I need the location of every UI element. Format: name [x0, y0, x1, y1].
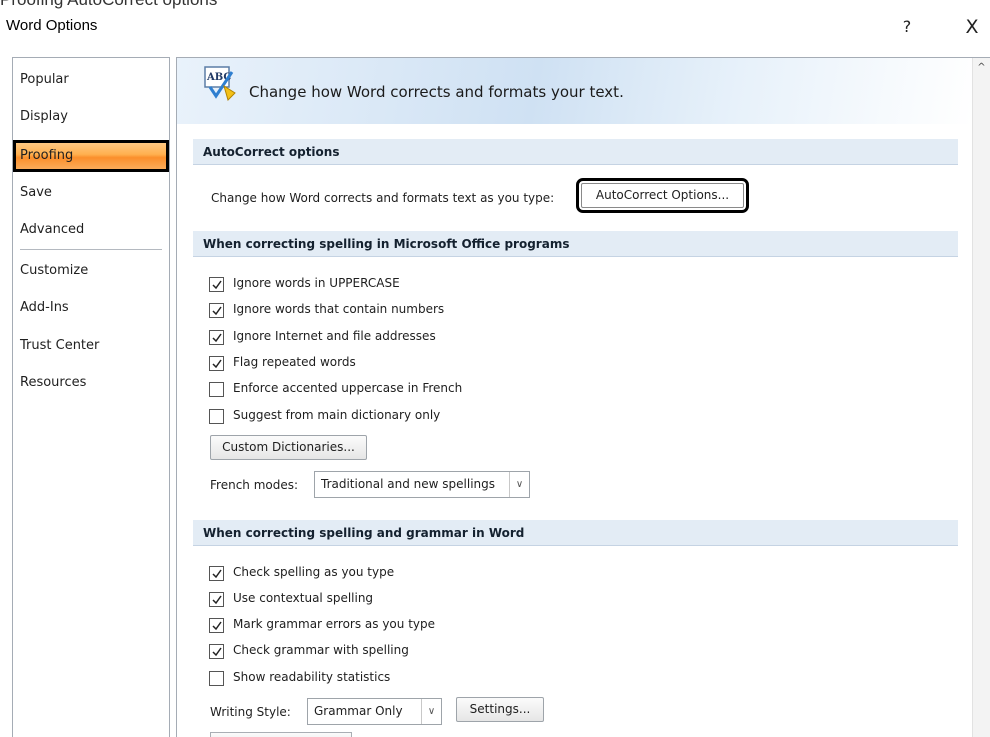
check-icon — [212, 333, 222, 343]
option-contextual-spelling[interactable]: Use contextual spelling — [209, 590, 809, 610]
checkbox-checked[interactable] — [209, 330, 224, 345]
sidebar-divider — [20, 249, 162, 250]
checkbox-checked[interactable] — [209, 277, 224, 292]
settings-button[interactable]: Settings... — [456, 697, 544, 722]
partially-visible-button[interactable] — [210, 732, 352, 737]
sidebar-item-advanced[interactable]: Advanced — [13, 215, 169, 245]
sidebar-item-label: Trust Center — [20, 338, 100, 353]
scroll-up-arrow-icon[interactable]: ^ — [973, 58, 990, 75]
option-label: Ignore words in UPPERCASE — [233, 276, 400, 290]
sidebar-item-popular[interactable]: Popular — [13, 65, 169, 95]
checkbox-checked[interactable] — [209, 644, 224, 659]
check-icon — [212, 359, 222, 369]
option-label: Enforce accented uppercase in French — [233, 381, 463, 395]
check-icon — [212, 621, 222, 631]
sidebar-item-proofing[interactable]: Proofing — [13, 140, 169, 172]
options-sidebar: Popular Display Proofing Save Advanced C… — [12, 57, 170, 737]
option-label: Check spelling as you type — [233, 565, 395, 579]
option-ignore-internet-addresses[interactable]: Ignore Internet and file addresses — [209, 328, 809, 348]
sidebar-item-save[interactable]: Save — [13, 178, 169, 208]
option-label: Ignore Internet and file addresses — [233, 329, 436, 343]
close-button[interactable]: X — [961, 16, 983, 38]
banner-heading: Change how Word corrects and formats you… — [249, 83, 624, 101]
option-mark-grammar-errors[interactable]: Mark grammar errors as you type — [209, 616, 809, 636]
autocorrect-description: Change how Word corrects and formats tex… — [211, 191, 555, 205]
checkbox-checked[interactable] — [209, 356, 224, 371]
sidebar-item-label: Display — [20, 109, 68, 124]
sidebar-item-add-ins[interactable]: Add-Ins — [13, 293, 169, 323]
check-icon — [212, 280, 222, 290]
proofing-panel: ABC Change how Word corrects and formats… — [176, 57, 990, 737]
caption-fragment: Proofing AutoCorrect options — [0, 0, 990, 10]
option-show-readability-statistics[interactable]: Show readability statistics — [209, 669, 809, 689]
option-label: Use contextual spelling — [233, 591, 374, 605]
chevron-down-icon: ∨ — [509, 472, 529, 497]
checkbox-unchecked[interactable] — [209, 671, 224, 686]
sidebar-item-label: Save — [20, 185, 52, 200]
section-header-word-spelling: When correcting spelling and grammar in … — [193, 520, 958, 546]
option-flag-repeated-words[interactable]: Flag repeated words — [209, 354, 809, 374]
writing-style-dropdown[interactable]: Grammar Only ∨ — [307, 698, 442, 725]
title-bar: Word Options ? X — [0, 10, 990, 46]
custom-dictionaries-button[interactable]: Custom Dictionaries... — [210, 435, 367, 460]
autocorrect-options-button[interactable]: AutoCorrect Options... — [576, 178, 749, 213]
french-modes-label: French modes: — [210, 478, 299, 492]
sidebar-item-customize[interactable]: Customize — [13, 256, 169, 286]
option-label: Show readability statistics — [233, 670, 391, 684]
help-button[interactable]: ? — [896, 16, 918, 38]
writing-style-value: Grammar Only — [314, 704, 403, 718]
sidebar-item-resources[interactable]: Resources — [13, 368, 169, 398]
caption-fragment-text: Proofing AutoCorrect options — [0, 0, 217, 10]
french-modes-dropdown[interactable]: Traditional and new spellings ∨ — [314, 471, 530, 498]
french-modes-value: Traditional and new spellings — [321, 477, 496, 491]
checkbox-checked[interactable] — [209, 618, 224, 633]
sidebar-item-trust-center[interactable]: Trust Center — [13, 331, 169, 361]
option-label: Ignore words that contain numbers — [233, 302, 445, 316]
check-icon — [212, 647, 222, 657]
check-icon — [212, 595, 222, 605]
sidebar-item-display[interactable]: Display — [13, 102, 169, 132]
option-label: Check grammar with spelling — [233, 643, 409, 657]
section-header-office-spelling: When correcting spelling in Microsoft Of… — [193, 231, 958, 257]
check-icon — [212, 306, 222, 316]
option-label: Mark grammar errors as you type — [233, 617, 435, 631]
vertical-scrollbar[interactable]: ^ — [972, 58, 990, 737]
checkbox-checked[interactable] — [209, 566, 224, 581]
sidebar-item-label: Popular — [20, 72, 69, 87]
option-enforce-accented-uppercase[interactable]: Enforce accented uppercase in French — [209, 380, 809, 400]
chevron-down-icon: ∨ — [421, 699, 441, 724]
option-label: Flag repeated words — [233, 355, 356, 369]
checkbox-checked[interactable] — [209, 303, 224, 318]
abc-spellcheck-icon: ABC — [204, 66, 236, 101]
option-check-spelling-as-you-type[interactable]: Check spelling as you type — [209, 564, 809, 584]
sidebar-item-label: Customize — [20, 263, 89, 278]
checkbox-checked[interactable] — [209, 592, 224, 607]
option-check-grammar-with-spelling[interactable]: Check grammar with spelling — [209, 642, 809, 662]
writing-style-label: Writing Style: — [210, 705, 291, 719]
option-suggest-main-dictionary[interactable]: Suggest from main dictionary only — [209, 407, 809, 427]
word-options-dialog: Proofing AutoCorrect options Word Option… — [0, 0, 990, 737]
sidebar-item-label: Proofing — [20, 148, 74, 163]
option-label: Suggest from main dictionary only — [233, 408, 441, 422]
check-icon — [212, 569, 222, 579]
option-ignore-numbers[interactable]: Ignore words that contain numbers — [209, 301, 809, 321]
sidebar-item-label: Add-Ins — [20, 300, 69, 315]
section-header-autocorrect: AutoCorrect options — [193, 139, 958, 165]
dialog-title: Word Options — [6, 17, 98, 34]
checkbox-unchecked[interactable] — [209, 409, 224, 424]
sidebar-item-label: Advanced — [20, 222, 85, 237]
sidebar-item-label: Resources — [20, 375, 87, 390]
checkbox-unchecked[interactable] — [209, 382, 224, 397]
page-banner: ABC Change how Word corrects and formats… — [177, 58, 973, 124]
option-ignore-uppercase[interactable]: Ignore words in UPPERCASE — [209, 275, 809, 295]
